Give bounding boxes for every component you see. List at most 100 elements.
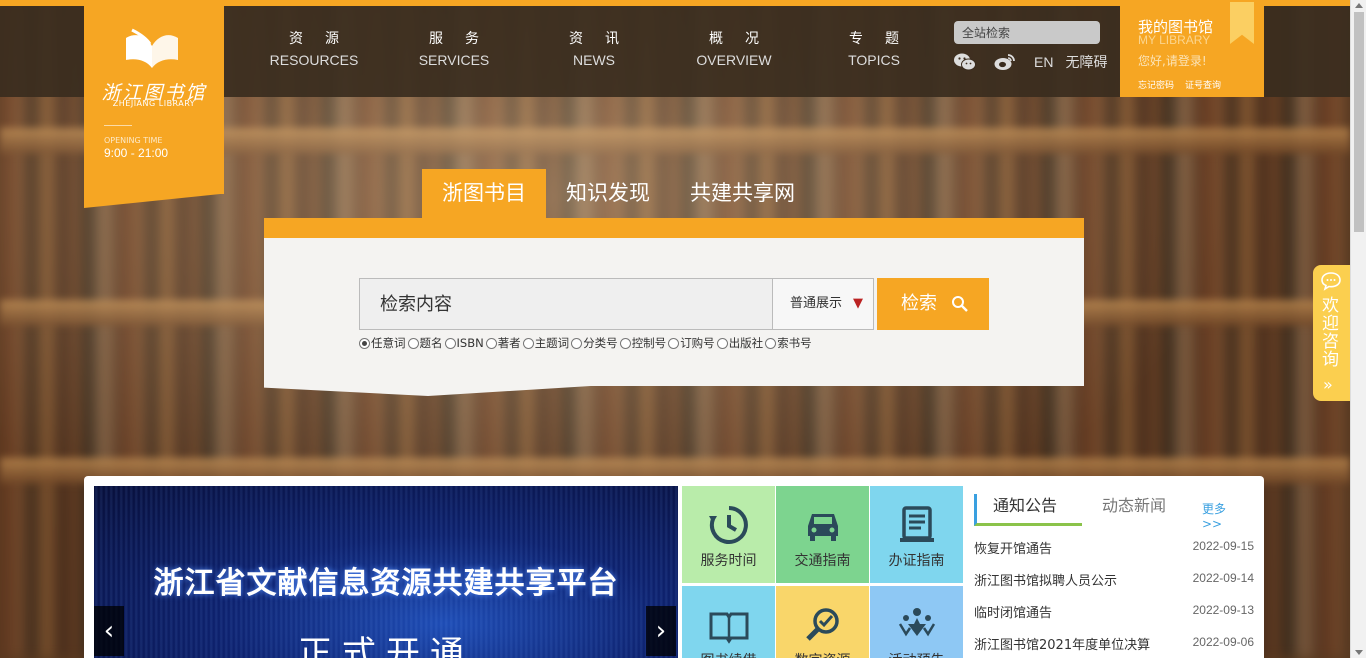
opening-time-label: OPENING TIME	[104, 136, 163, 145]
nav-item-topics[interactable]: 专题 TOPICS	[804, 28, 944, 78]
scroll-down-arrow-icon[interactable]	[1355, 650, 1363, 655]
opening-time: 9:00 - 21:00	[104, 146, 169, 160]
tile-label: 服务时间	[700, 553, 757, 569]
search-button[interactable]: 检索	[877, 278, 989, 330]
search-input[interactable]	[359, 278, 773, 330]
notice-date: 2022-09-06	[1192, 635, 1254, 649]
car-icon	[808, 514, 838, 541]
search-field-options: 任意词 题名 ISBN 著者 主题词 分类号 控制号 订购号 出版社 索书号	[359, 335, 814, 351]
tile-service-hours[interactable]: 服务时间	[682, 486, 775, 583]
banner-carousel[interactable]: 浙江省文献信息资源共建共享平台 正式开通	[94, 486, 678, 658]
site-search-input[interactable]	[954, 21, 1100, 44]
tab-catalog[interactable]: 浙图书目	[422, 169, 546, 218]
display-mode-value: 普通展示	[790, 296, 843, 311]
notice-item[interactable]: 浙江图书馆拟聘人员公示 2022-09-14	[974, 570, 1254, 590]
tile-book-renewal[interactable]: 图书续借	[682, 586, 775, 658]
search-button-label: 检索	[901, 293, 937, 314]
tab-news[interactable]: 动态新闻	[1102, 494, 1166, 518]
nav-label-en: RESOURCES	[269, 52, 359, 68]
search-globe-icon	[806, 608, 839, 641]
library-logo[interactable]: 浙江图书馆 ZHEJIANG LIBRARY OPENING TIME 9:00…	[84, 6, 224, 194]
radio-dot	[407, 337, 419, 349]
radio-order-number[interactable]: 订购号	[668, 335, 715, 351]
radio-publisher[interactable]: 出版社	[716, 335, 763, 351]
notice-tabs: 通知公告 动态新闻 更多>>	[974, 494, 1244, 531]
login-prompt[interactable]: 您好,请登录!	[1138, 52, 1207, 69]
scroll-up-arrow-icon[interactable]	[1355, 3, 1363, 8]
consult-sidebar[interactable]: 欢迎咨询 »	[1313, 265, 1350, 401]
nav-label-en: NEWS	[573, 52, 615, 68]
notice-item[interactable]: 浙江图书馆2021年度单位决算 2022-09-06	[974, 634, 1254, 654]
people-icon	[898, 608, 936, 637]
radio-dot	[444, 337, 456, 349]
book-logo-icon	[126, 28, 178, 68]
notice-title: 浙江图书馆拟聘人员公示	[974, 574, 1118, 589]
nav-label-en: OVERVIEW	[696, 52, 772, 68]
nav-item-resources[interactable]: 资源 RESOURCES	[244, 28, 384, 78]
radio-label: 索书号	[777, 336, 812, 350]
radio-title[interactable]: 题名	[407, 335, 443, 351]
tile-label: 活动预告	[870, 650, 963, 658]
radio-call-number[interactable]: 索书号	[765, 335, 812, 351]
divider	[104, 125, 132, 126]
display-mode-select[interactable]: 普通展示 ▼	[772, 278, 874, 330]
nav-item-news[interactable]: 资讯 NEWS	[524, 28, 664, 78]
banner-subtitle: 正式开通	[298, 634, 474, 658]
banner-next-button[interactable]: ›	[646, 606, 676, 656]
radio-author[interactable]: 著者	[485, 335, 521, 351]
radio-label: 订购号	[680, 336, 715, 350]
notice-title: 浙江图书馆2021年度单位决算	[974, 638, 1151, 653]
banner-prev-button[interactable]: ‹	[94, 606, 124, 656]
header-tools: EN 无障碍	[954, 52, 1119, 72]
clock-icon	[709, 506, 748, 544]
tab-knowledge-discovery[interactable]: 知识发现	[546, 169, 670, 218]
nav-item-services[interactable]: 服务 SERVICES	[384, 28, 524, 78]
dropdown-triangle-icon: ▼	[853, 296, 863, 311]
lang-switch-link[interactable]: EN	[1034, 54, 1053, 70]
more-link[interactable]: 更多>>	[1202, 500, 1244, 531]
page-scrollbar[interactable]	[1350, 0, 1366, 658]
radio-any-word[interactable]: 任意词	[359, 335, 406, 351]
radio-subject[interactable]: 主题词	[522, 335, 570, 351]
radio-label: ISBN	[456, 336, 484, 350]
radio-control-number[interactable]: 控制号	[619, 335, 667, 351]
radio-dot	[485, 337, 497, 349]
radio-dot	[668, 337, 680, 349]
notice-item[interactable]: 恢复开馆通告 2022-09-15	[974, 538, 1254, 558]
wechat-icon[interactable]	[954, 52, 976, 72]
notice-title: 恢复开馆通告	[974, 542, 1053, 557]
tile-card-guide[interactable]: 办证指南	[870, 486, 963, 583]
nav-label-en: TOPICS	[848, 52, 900, 68]
tile-event-preview[interactable]: 活动预告	[870, 586, 963, 658]
card-query-link[interactable]: 证号查询	[1185, 78, 1221, 91]
weibo-icon[interactable]	[994, 52, 1016, 72]
nav-label-cn: 资讯	[569, 31, 641, 47]
radio-label: 控制号	[631, 336, 667, 350]
tab-shared-network[interactable]: 共建共享网	[670, 169, 815, 218]
radio-isbn[interactable]: ISBN	[444, 335, 484, 351]
notice-item[interactable]: 临时闭馆通告 2022-09-13	[974, 602, 1254, 622]
id-card-icon	[900, 506, 934, 542]
tab-notices[interactable]: 通知公告	[974, 494, 1082, 526]
radio-dot	[619, 337, 631, 349]
my-library-title-en: MY LIBRARY	[1138, 33, 1211, 47]
accessibility-link[interactable]: 无障碍	[1065, 52, 1107, 72]
tile-label: 交通指南	[794, 553, 851, 569]
tile-digital-resources[interactable]: 数字资源	[776, 586, 869, 658]
radio-dot	[359, 337, 370, 349]
scroll-thumb[interactable]	[1354, 12, 1364, 232]
radio-label: 主题词	[534, 336, 570, 350]
radio-dot	[765, 337, 777, 349]
notice-date: 2022-09-15	[1192, 539, 1254, 553]
chat-bubble-icon	[1321, 272, 1341, 291]
forgot-password-link[interactable]: 忘记密码	[1138, 78, 1174, 91]
consult-label: 欢迎咨询	[1322, 296, 1339, 370]
radio-classification[interactable]: 分类号	[571, 335, 618, 351]
tile-label: 办证指南	[888, 553, 945, 569]
nav-item-overview[interactable]: 概况 OVERVIEW	[664, 28, 804, 78]
tile-transport-guide[interactable]: 交通指南	[776, 486, 869, 583]
tile-label: 数字资源	[776, 650, 869, 658]
radio-label: 著者	[497, 336, 521, 350]
nav-label-cn: 资源	[289, 31, 361, 47]
radio-label: 任意词	[371, 336, 406, 350]
